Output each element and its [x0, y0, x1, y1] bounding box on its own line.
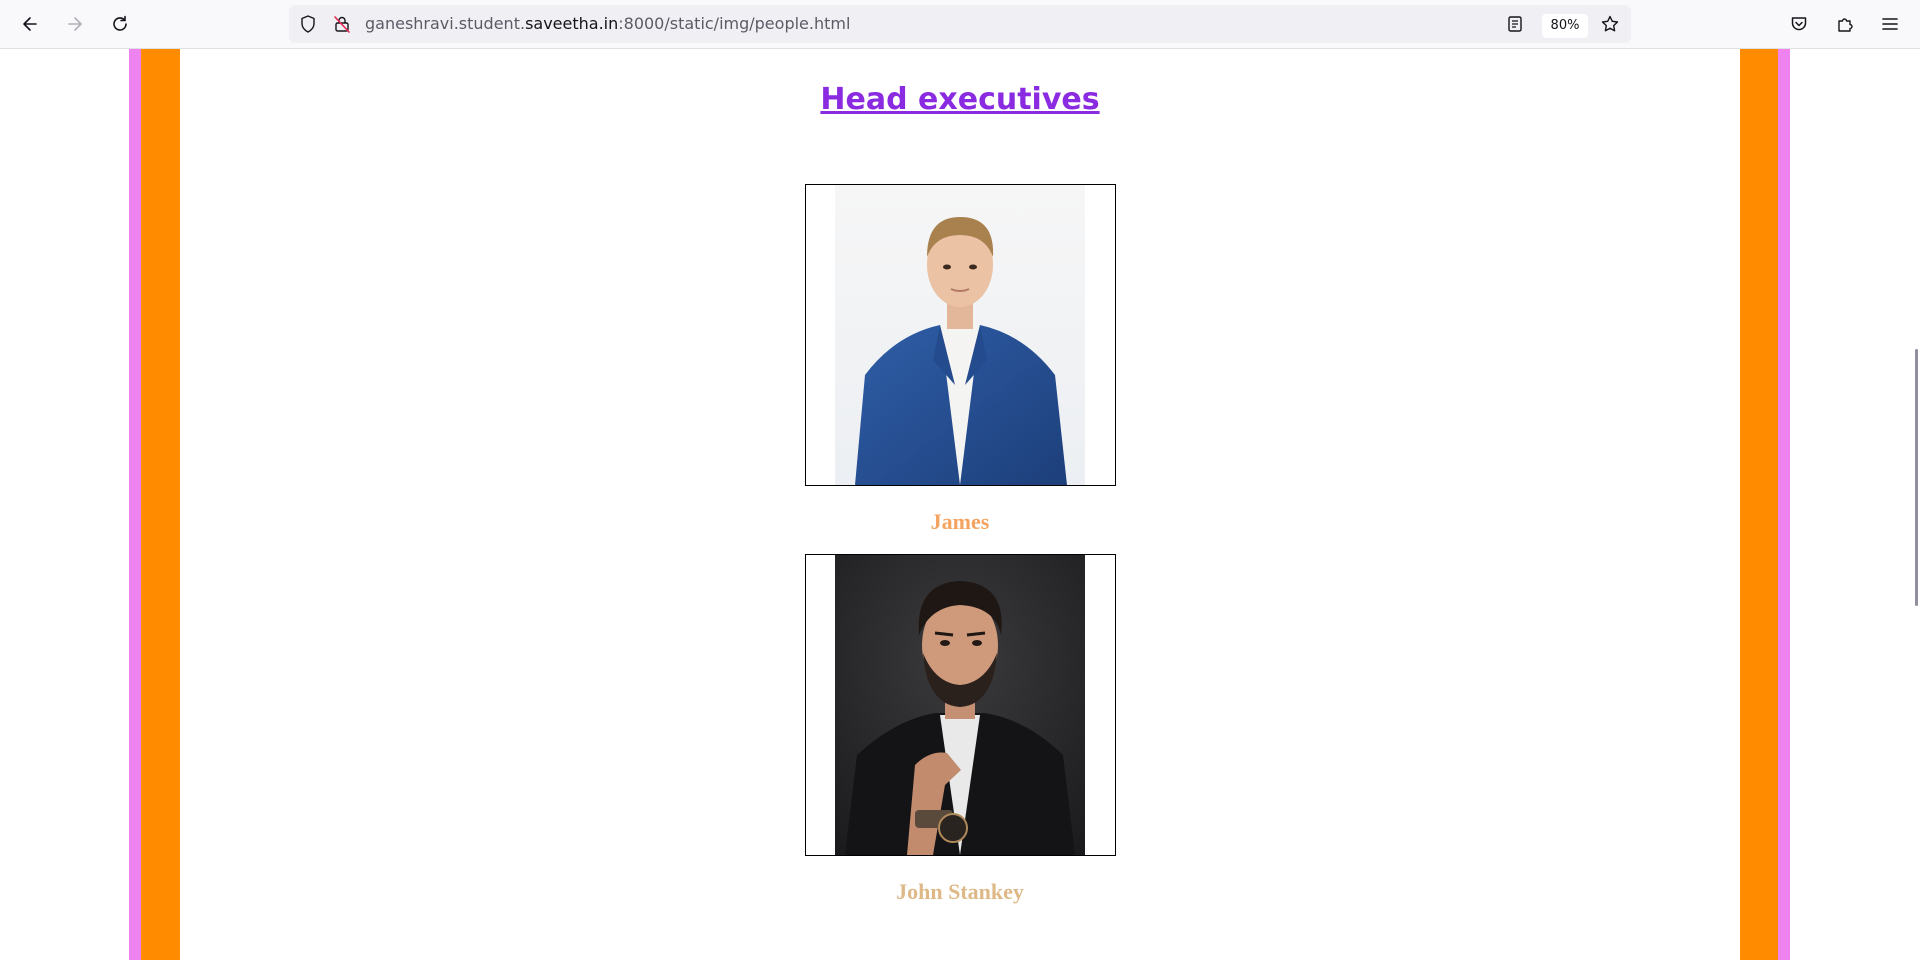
executive-photo-james: [835, 185, 1085, 485]
right-outer-border: [1778, 49, 1790, 960]
executive-photo-john-stankey: [835, 555, 1085, 855]
star-icon[interactable]: [1600, 14, 1620, 34]
executive-photo-frame: [805, 184, 1116, 486]
left-outer-border: [129, 49, 141, 960]
page-content: Head executives James John Stankey: [180, 49, 1740, 960]
hamburger-menu-icon[interactable]: [1874, 8, 1906, 40]
right-inner-border: [1740, 49, 1778, 960]
page-viewport: Head executives James John Stankey: [0, 49, 1920, 960]
reader-view-icon[interactable]: [1505, 14, 1525, 34]
url-bar[interactable]: ganeshravi.student.saveetha.in:8000/stat…: [289, 5, 1631, 43]
executive-name-james: James: [930, 509, 990, 534]
executive-name-john-stankey: John Stankey: [896, 879, 1024, 904]
left-inner-border: [141, 49, 180, 960]
back-arrow-icon[interactable]: [14, 8, 46, 40]
page-title[interactable]: Head executives: [180, 82, 1740, 117]
vertical-scrollbar[interactable]: [1915, 349, 1918, 606]
insecure-lock-icon[interactable]: [332, 14, 352, 34]
forward-arrow-icon[interactable]: [59, 8, 91, 40]
reload-icon[interactable]: [104, 8, 136, 40]
zoom-level-button[interactable]: 80%: [1542, 14, 1588, 38]
executive-photo-frame: [805, 554, 1116, 856]
shield-icon[interactable]: [298, 14, 318, 34]
url-text[interactable]: ganeshravi.student.saveetha.in:8000/stat…: [365, 5, 850, 43]
browser-toolbar: ganeshravi.student.saveetha.in:8000/stat…: [0, 0, 1920, 49]
pocket-icon[interactable]: [1783, 8, 1815, 40]
puzzle-icon[interactable]: [1829, 8, 1861, 40]
